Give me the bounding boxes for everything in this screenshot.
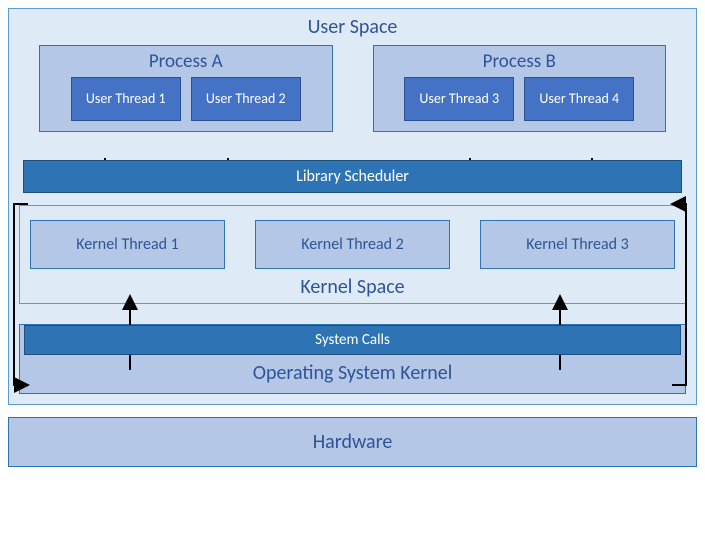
kernel-thread-1: Kernel Thread 1 [30,220,225,269]
kernel-thread-2: Kernel Thread 2 [255,220,450,269]
kernel-thread-3: Kernel Thread 3 [480,220,675,269]
process-b-threads: User Thread 3 User Thread 4 [382,77,658,121]
kernel-space-title: Kernel Space [30,275,675,299]
kernel-threads-row: Kernel Thread 1 Kernel Thread 2 Kernel T… [30,220,675,269]
user-space-container: User Space Process A User Thread 1 User … [8,8,697,405]
user-thread-4: User Thread 4 [524,77,634,121]
process-b: Process B User Thread 3 User Thread 4 [373,45,667,132]
user-thread-3: User Thread 3 [404,77,514,121]
user-thread-1: User Thread 1 [71,77,181,121]
user-thread-2: User Thread 2 [191,77,301,121]
process-a: Process A User Thread 1 User Thread 2 [39,45,333,132]
user-space-title: User Space [19,15,686,39]
os-kernel-container: System Calls Operating System Kernel [19,324,686,394]
library-scheduler: Library Scheduler [23,160,682,193]
process-a-title: Process A [48,50,324,73]
kernel-space-container: Kernel Thread 1 Kernel Thread 2 Kernel T… [19,205,686,304]
hardware-box: Hardware [8,417,697,467]
process-a-threads: User Thread 1 User Thread 2 [48,77,324,121]
process-b-title: Process B [382,50,658,73]
os-kernel-title: Operating System Kernel [26,355,679,387]
system-calls: System Calls [24,325,681,355]
process-row: Process A User Thread 1 User Thread 2 Pr… [19,45,686,132]
